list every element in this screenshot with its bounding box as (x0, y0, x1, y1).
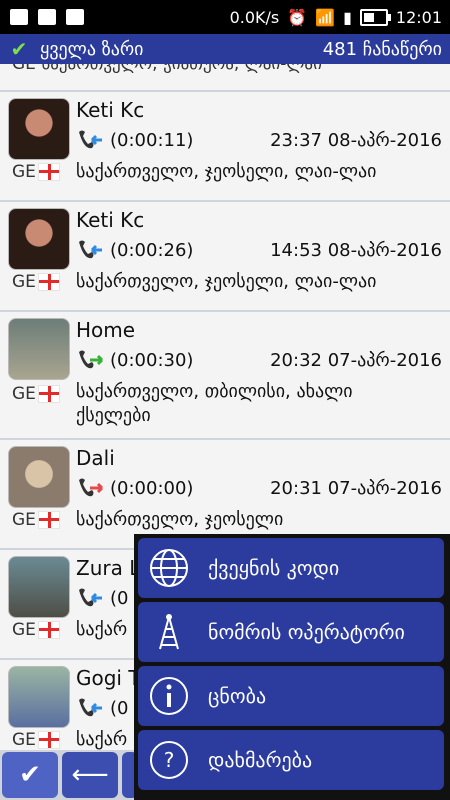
call-row[interactable]: Home (0:00:30) 20:32 07-აპრ-2016 GE საქა… (0, 312, 450, 440)
info-icon (146, 673, 192, 719)
all-calls-tab[interactable]: ✔ (2, 752, 58, 798)
country-code: GE (12, 162, 36, 182)
call-datetime: 20:32 07-აპრ-2016 (270, 350, 442, 371)
network-speed: 0.0K/s (229, 7, 280, 27)
country-code: GE (12, 730, 36, 750)
app-bar: ✔ ყველა ზარი 481 ჩანაწერი (0, 34, 450, 64)
call-duration: (0:00:11) (110, 129, 194, 151)
incoming-call-icon (76, 696, 104, 720)
missed-call-icon (76, 476, 104, 500)
call-datetime: 20:31 07-აპრ-2016 (270, 478, 442, 499)
avatar (8, 208, 70, 270)
partial-row-top: GE საქართველო, ჭიათურა, ლაი-ლაი (0, 64, 450, 92)
call-duration: (0 (110, 587, 129, 609)
overflow-menu: ქვეყნის კოდი ნომრის ოპერატორი ცნობა ? და… (134, 534, 450, 800)
avatar (8, 556, 70, 618)
contact-name: Zura L (76, 556, 141, 580)
georgia-flag-icon (37, 273, 60, 291)
call-location: საქართველო, თბილისი, ახალი ქსელები (76, 381, 353, 426)
menu-label: ცნობა (208, 684, 267, 708)
menu-item-country-code[interactable]: ქვეყნის კოდი (138, 538, 444, 598)
menu-item-number-operator[interactable]: ნომრის ოპერატორი (138, 602, 444, 662)
menu-label: ქვეყნის კოდი (208, 556, 340, 580)
contact-name: Keti Kc (76, 208, 145, 232)
svg-text:?: ? (164, 748, 175, 772)
incoming-call-icon (76, 128, 104, 152)
call-duration: (0:00:30) (110, 349, 194, 371)
country-code: GE (12, 620, 36, 640)
avatar (8, 318, 70, 380)
contact-name: Dali (76, 446, 115, 470)
shield-icon (66, 9, 84, 25)
call-location: საქართველო, ჯეოსელი, ლაი-ლაი (76, 271, 377, 292)
status-bar: 0.0K/s ⏰ 📶 ▮ 12:01 (0, 0, 450, 34)
georgia-flag-icon (37, 163, 60, 181)
call-row[interactable]: Keti Kc (0:00:11) 23:37 08-აპრ-2016 GE ს… (0, 92, 450, 202)
record-count: 481 ჩანაწერი (322, 38, 442, 60)
gallery-icon (10, 9, 28, 25)
mail-icon (38, 9, 56, 25)
incoming-call-icon (76, 586, 104, 610)
menu-item-help[interactable]: ? დახმარება (138, 730, 444, 790)
help-icon: ? (146, 737, 192, 783)
antenna-icon (146, 609, 192, 655)
country-code: GE (12, 272, 36, 292)
call-location: საქართველო, ჯეოსელი, ლაი-ლაი (76, 161, 377, 182)
avatar (8, 98, 70, 160)
incoming-arrow-icon: ⟵ (71, 760, 109, 790)
country-code: GE (12, 384, 36, 404)
contact-name: Home (76, 318, 136, 342)
wifi-icon: 📶 (315, 7, 336, 27)
avatar (8, 446, 70, 508)
georgia-flag-icon (37, 511, 60, 529)
call-datetime: 23:37 08-აპრ-2016 (270, 130, 442, 151)
menu-item-info[interactable]: ცნობა (138, 666, 444, 726)
avatar (8, 666, 70, 728)
call-duration: (0:00:00) (110, 477, 194, 499)
check-icon: ✔ (19, 760, 41, 790)
globe-icon (146, 545, 192, 591)
battery-icon (359, 8, 391, 26)
call-location: საქართველო, ჯეოსელი (76, 509, 284, 530)
filter-title[interactable]: ყველა ზარი (40, 39, 144, 60)
clock: 12:01 (395, 7, 442, 27)
signal-icon: ▮ (343, 7, 352, 27)
georgia-flag-icon (37, 385, 60, 403)
incoming-call-icon (76, 238, 104, 262)
georgia-flag-icon (37, 621, 60, 639)
incoming-calls-tab[interactable]: ⟵ (62, 752, 118, 798)
call-duration: (0:00:26) (110, 239, 194, 261)
contact-name: Gogi T (76, 666, 141, 690)
country-code: GE (12, 510, 36, 530)
menu-label: ნომრის ოპერატორი (208, 620, 405, 644)
menu-label: დახმარება (208, 748, 313, 772)
georgia-flag-icon (37, 731, 60, 749)
contact-name: Keti Kc (76, 98, 145, 122)
call-row[interactable]: Keti Kc (0:00:26) 14:53 08-აპრ-2016 GE ს… (0, 202, 450, 312)
alarm-icon: ⏰ (287, 7, 308, 27)
call-duration: (0 (110, 697, 129, 719)
phone-check-icon[interactable]: ✔ (4, 34, 34, 64)
outgoing-call-icon (76, 348, 104, 372)
call-datetime: 14:53 08-აპრ-2016 (270, 240, 442, 261)
